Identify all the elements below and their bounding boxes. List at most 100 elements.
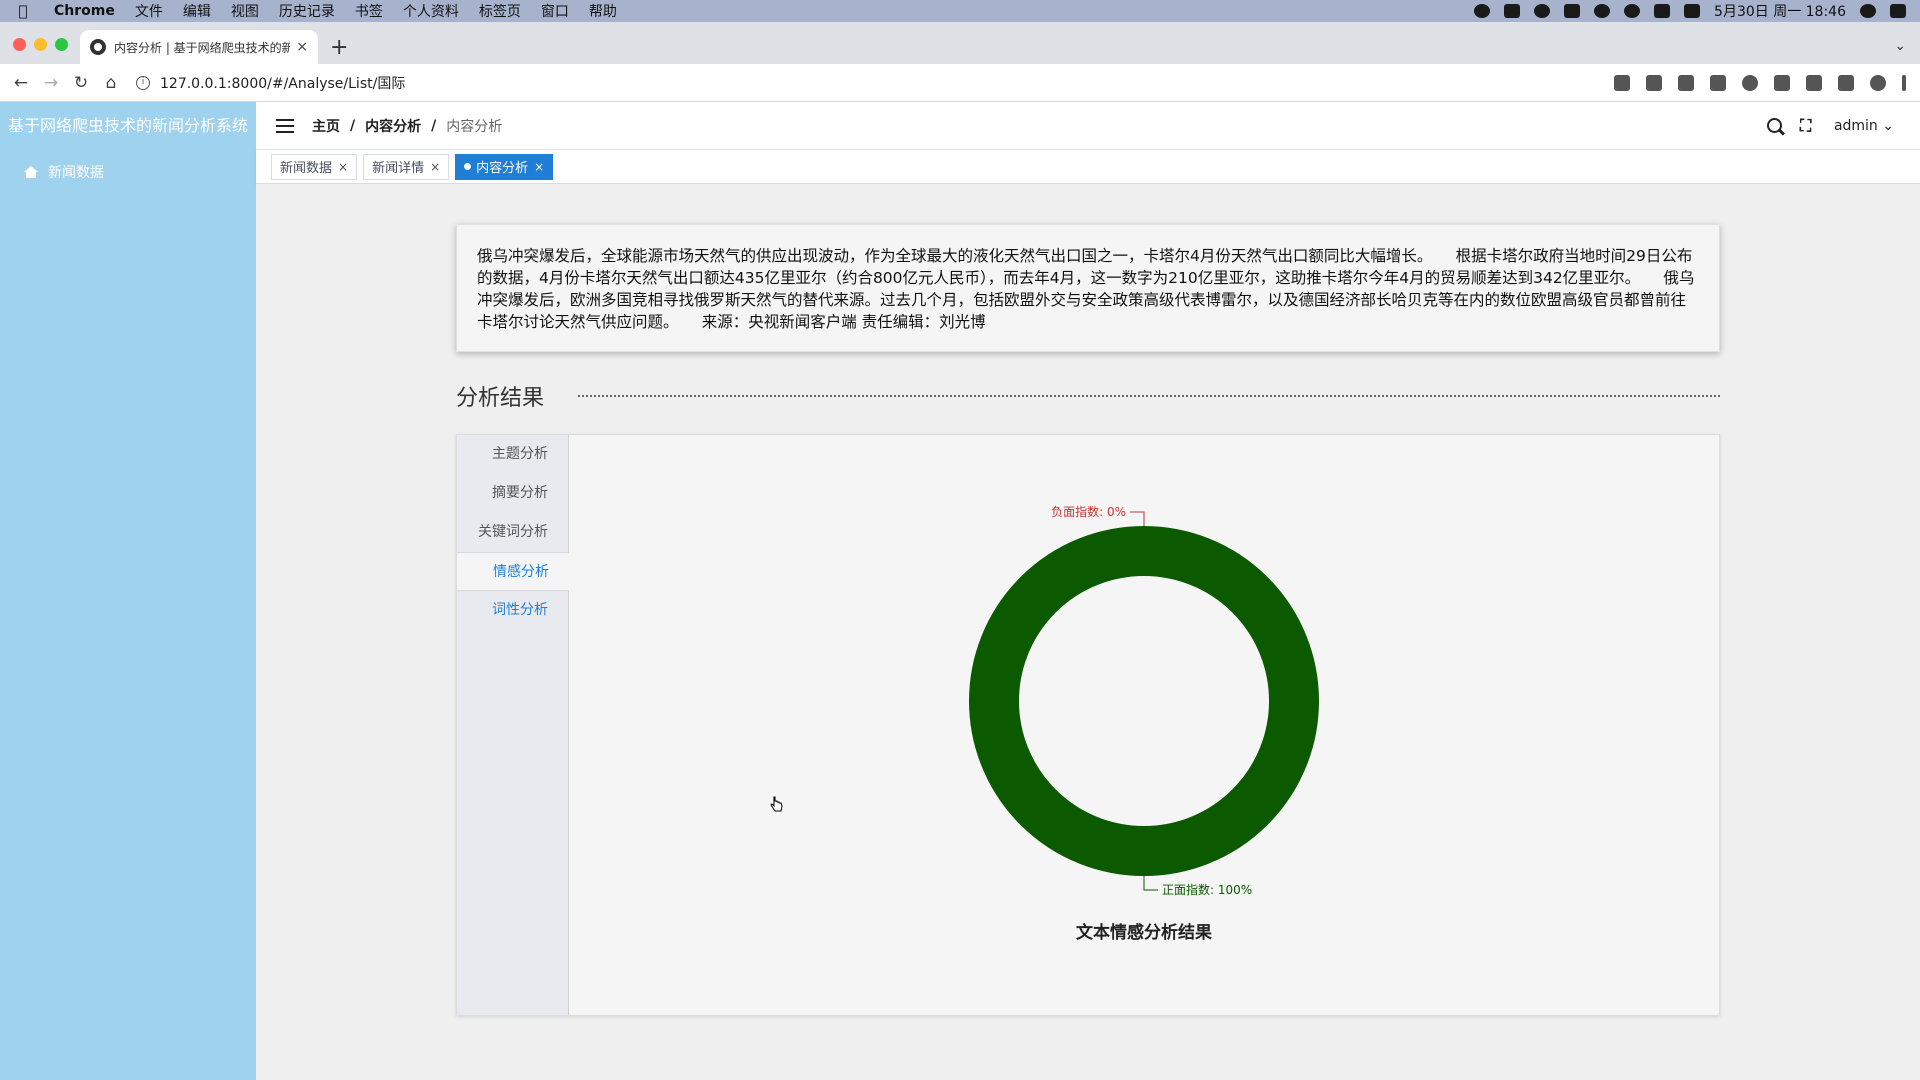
menubar-clock[interactable]: 5月30日 周一 18:46 [1714, 1, 1846, 21]
analysis-tabs: 主题分析 摘要分析 关键词分析 情感分析 词性分析 [457, 435, 569, 1015]
apple-icon[interactable]:  [0, 2, 46, 20]
breadcrumb-separator: / [350, 117, 356, 134]
favicon-icon [90, 39, 106, 55]
section-divider [578, 395, 1720, 397]
menu-window[interactable]: 窗口 [531, 1, 579, 21]
home-icon [24, 166, 38, 178]
volume-icon[interactable] [1684, 4, 1701, 18]
label-line [1143, 876, 1158, 891]
browser-tab[interactable]: 内容分析 | 基于网络爬虫技术的新 × [80, 30, 318, 64]
window-controls [13, 38, 68, 51]
site-info-icon[interactable]: i [136, 75, 150, 90]
menu-file[interactable]: 文件 [125, 1, 173, 21]
breadcrumb-content-analysis[interactable]: 内容分析 [365, 116, 421, 136]
search-icon[interactable] [1766, 118, 1782, 133]
signal-icon[interactable] [1564, 4, 1581, 18]
main-content: 俄乌冲突爆发后，全球能源市场天然气的供应出现波动，作为全球最大的液化天然气出口国… [256, 184, 1920, 1080]
sentiment-chart-svg: 负面指数: 0% 正面指数: 100% 文本情感分析结果 [969, 504, 1319, 943]
extension-icon[interactable] [1774, 74, 1790, 91]
chat-icon[interactable] [1534, 4, 1551, 18]
record-icon[interactable] [1474, 4, 1491, 18]
username: admin [1833, 117, 1878, 134]
input-method-icon[interactable] [1654, 4, 1671, 18]
minimize-window-button[interactable] [34, 38, 47, 51]
new-tab-icon[interactable]: + [330, 35, 348, 60]
tag-close-icon[interactable]: × [534, 160, 544, 174]
tag-label: 新闻详情 [372, 161, 425, 176]
browser-toolbar: ← → ↻ ⌂ i 127.0.0.1:8000/#/Analyse/List/… [0, 64, 1920, 102]
menu-help[interactable]: 帮助 [579, 1, 627, 21]
control-center-icon[interactable] [1890, 4, 1906, 18]
sidebar-item-news-data[interactable]: 新闻数据 [0, 150, 256, 194]
menu-profile[interactable]: 个人资料 [393, 1, 469, 21]
translate-icon[interactable] [1646, 74, 1662, 91]
forward-icon[interactable]: → [36, 73, 66, 93]
app-m-icon[interactable] [1504, 4, 1521, 18]
news-content-card: 俄乌冲突爆发后，全球能源市场天然气的供应出现波动，作为全球最大的液化天然气出口国… [456, 224, 1720, 352]
menu-view[interactable]: 视图 [221, 1, 269, 21]
slice-label-negative: 负面指数: 0% [1051, 504, 1126, 519]
more-menu-icon[interactable] [1902, 74, 1906, 91]
app-header: 主页 / 内容分析 / 内容分析 ⛶ admin ⌄ [256, 102, 1920, 150]
hamburger-icon[interactable] [276, 118, 294, 133]
key-icon[interactable] [1614, 74, 1630, 91]
home-icon[interactable]: ⌂ [96, 73, 126, 93]
side-panel-icon[interactable] [1838, 74, 1854, 91]
tag-close-icon[interactable]: × [430, 160, 440, 174]
tab-search-icon[interactable]: ⌄ [1894, 38, 1906, 54]
profile-icon[interactable] [1870, 74, 1886, 91]
breadcrumb-separator: / [431, 117, 437, 134]
tag-label: 新闻数据 [280, 161, 333, 176]
breadcrumb: 主页 / 内容分析 / 内容分析 [312, 116, 502, 136]
browser-tab-title: 内容分析 | 基于网络爬虫技术的新 [114, 40, 291, 55]
breadcrumb-current: 内容分析 [446, 118, 503, 135]
tag-label: 内容分析 [476, 161, 529, 176]
analysis-panel: 主题分析 摘要分析 关键词分析 情感分析 词性分析 负面指数: 0% 正面指数: … [456, 434, 1720, 1016]
tab-summary-analysis[interactable]: 摘要分析 [457, 474, 568, 513]
tab-keyword-analysis[interactable]: 关键词分析 [457, 513, 568, 552]
close-tab-icon[interactable]: × [296, 39, 308, 55]
pie-slice[interactable] [969, 526, 1319, 876]
fullscreen-icon[interactable]: ⛶ [1800, 117, 1816, 134]
star-icon[interactable] [1710, 74, 1726, 91]
reload-icon[interactable]: ↻ [66, 73, 96, 93]
tag-content-analysis[interactable]: 内容分析 × [455, 153, 554, 180]
close-window-button[interactable] [13, 38, 26, 51]
mouse-cursor-icon [770, 796, 783, 812]
user-menu[interactable]: admin ⌄ [1834, 118, 1894, 134]
spotlight-icon[interactable] [1860, 4, 1876, 18]
sidebar-item-label: 新闻数据 [48, 165, 104, 181]
tag-news-data[interactable]: 新闻数据 × [271, 153, 358, 180]
tag-news-detail[interactable]: 新闻详情 × [363, 153, 450, 180]
basketball-icon[interactable] [1594, 4, 1611, 18]
zoom-window-button[interactable] [55, 38, 68, 51]
url-text[interactable]: 127.0.0.1:8000/#/Analyse/List/国际 [160, 73, 405, 93]
label-line [1130, 511, 1145, 526]
menu-history[interactable]: 历史记录 [269, 1, 345, 21]
tab-sentiment-analysis[interactable]: 情感分析 [457, 552, 569, 591]
menu-edit[interactable]: 编辑 [173, 1, 221, 21]
tab-topic-analysis[interactable]: 主题分析 [457, 435, 568, 474]
back-icon[interactable]: ← [6, 73, 36, 93]
section-title: 分析结果 [456, 386, 545, 411]
app-brand: 基于网络爬虫技术的新闻分析系统 [7, 116, 248, 135]
browser-tab-strip: 内容分析 | 基于网络爬虫技术的新 × + ⌄ [0, 22, 1920, 64]
menu-bookmarks[interactable]: 书签 [345, 1, 393, 21]
menu-app-chrome[interactable]: Chrome [46, 3, 125, 19]
chart-title: 文本情感分析结果 [1076, 922, 1212, 943]
app-sidebar: 基于网络爬虫技术的新闻分析系统 新闻数据 [0, 102, 256, 1080]
share-icon[interactable] [1678, 74, 1694, 91]
mac-menu-bar:  Chrome 文件 编辑 视图 历史记录 书签 个人资料 标签页 窗口 帮助… [0, 0, 1920, 22]
sentiment-chart: 负面指数: 0% 正面指数: 100% 文本情感分析结果 [569, 435, 1719, 1015]
wechat-icon[interactable] [1624, 4, 1641, 18]
breadcrumb-home[interactable]: 主页 [312, 116, 340, 136]
tab-pos-analysis[interactable]: 词性分析 [457, 591, 568, 630]
slice-label-positive: 正面指数: 100% [1162, 882, 1252, 897]
address-bar[interactable]: i 127.0.0.1:8000/#/Analyse/List/国际 [136, 69, 1566, 97]
puzzle-icon[interactable] [1806, 74, 1822, 91]
active-dot-icon [464, 163, 472, 170]
tag-close-icon[interactable]: × [338, 160, 348, 174]
menu-tabs[interactable]: 标签页 [469, 1, 531, 21]
tags-view: 新闻数据 × 新闻详情 × 内容分析 × [256, 150, 1920, 184]
extension-avatar-icon[interactable] [1742, 74, 1758, 91]
